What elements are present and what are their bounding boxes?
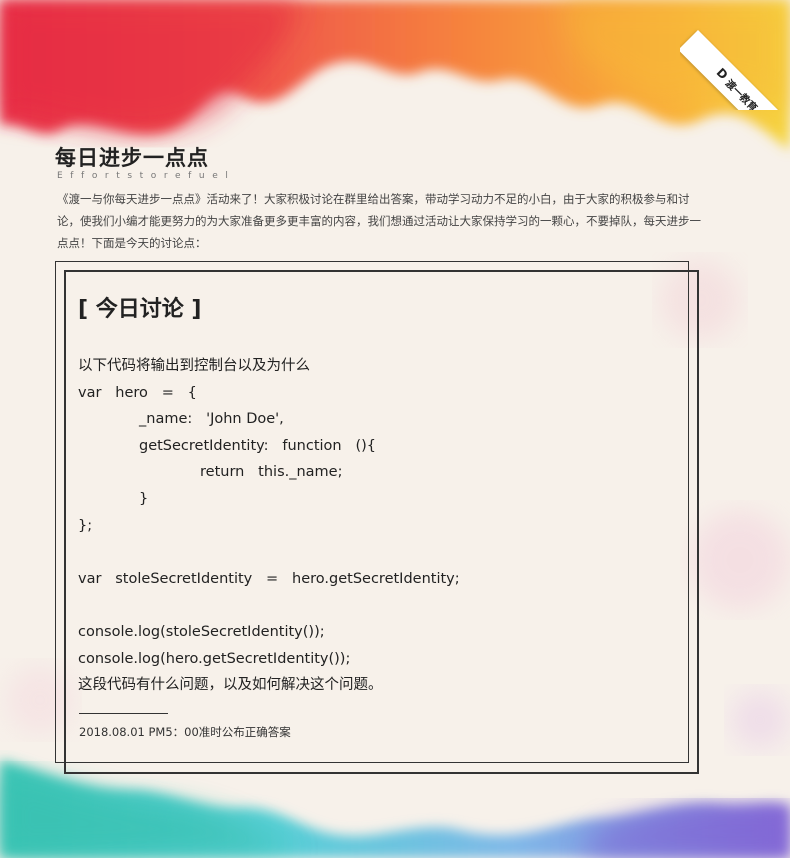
page-title: 每日进步一点点	[55, 146, 209, 170]
code-line: _name: 'John Doe',	[139, 411, 284, 428]
page-subtitle: Effortstorefuel	[57, 171, 236, 181]
brand-ribbon: D 渡一教育	[680, 0, 790, 110]
code-line: }	[139, 490, 149, 507]
code-line: console.log(hero.getSecretIdentity());	[78, 650, 351, 667]
code-line: console.log(stoleSecretIdentity());	[78, 623, 325, 640]
brand-logo: D 渡一教育	[680, 30, 790, 110]
code-line: var hero = {	[78, 384, 197, 401]
discussion-section: [ 今日讨论 ] 以下代码将输出到控制台以及为什么 var hero = { _…	[78, 291, 668, 699]
question-line: 这段代码有什么问题，以及如何解决这个问题。	[78, 677, 383, 694]
code-line: };	[78, 517, 93, 534]
code-line: return this._name;	[200, 464, 343, 481]
code-block: 以下代码将输出到控制台以及为什么 var hero = { _name: 'Jo…	[78, 353, 668, 699]
divider	[79, 713, 168, 714]
section-heading: [ 今日讨论 ]	[78, 297, 202, 322]
intro-paragraph: 《渡一与你每天进步一点点》活动来了！大家积极讨论在群里给出答案，带动学习动力不足…	[57, 192, 701, 250]
brand-name: 渡一教育	[723, 77, 760, 110]
question-line: 以下代码将输出到控制台以及为什么	[78, 358, 310, 374]
code-line: getSecretIdentity: function (){	[139, 437, 376, 454]
code-line: var stoleSecretIdentity = hero.getSecret…	[78, 570, 460, 587]
answer-time: 2018.08.01 PM5：00准时公布正确答案	[79, 725, 291, 739]
